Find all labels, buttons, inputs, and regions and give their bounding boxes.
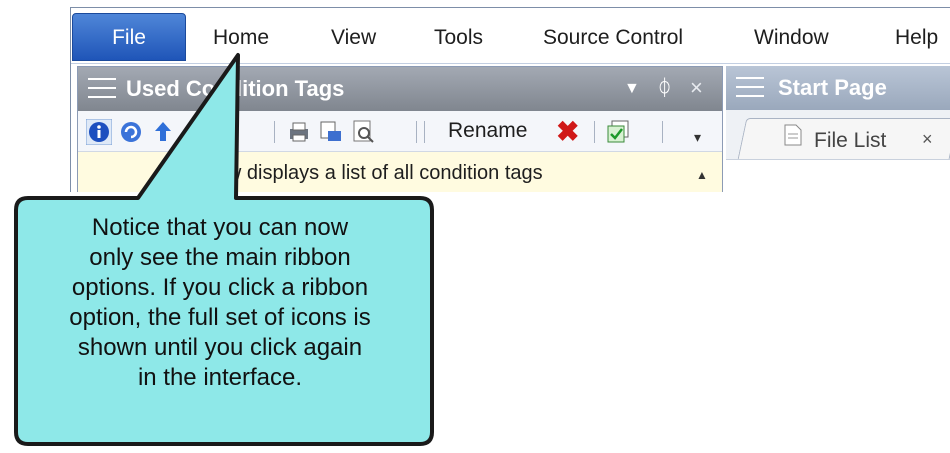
- application-window: File Home View Tools Source Control Wind…: [70, 7, 950, 192]
- rename-button[interactable]: Rename: [448, 119, 527, 143]
- callout-line: options. If you click a ribbon: [71, 274, 369, 301]
- pin-icon[interactable]: ᛰ: [658, 75, 671, 101]
- callout-line: only see the main ribbon: [89, 244, 351, 271]
- menu-divider: [71, 63, 950, 64]
- toolbar-separator: [274, 121, 275, 143]
- panel-title-bar[interactable]: Used Condition Tags ▼ ᛰ ×: [78, 67, 722, 111]
- callout-text: Notice that you can now only see the mai…: [16, 213, 424, 393]
- preview-icon[interactable]: [350, 119, 376, 145]
- toolbar-separator: [662, 121, 663, 143]
- panel-info-row: This view displays a list of all conditi…: [78, 152, 722, 192]
- move-up-icon[interactable]: [150, 119, 176, 145]
- document-icon: [784, 124, 802, 146]
- start-page-panel: Start Page File List ×: [726, 66, 950, 192]
- info-icon[interactable]: [86, 119, 112, 145]
- panel-menu-icon[interactable]: [88, 78, 116, 100]
- scroll-up-icon[interactable]: ▲: [696, 168, 708, 182]
- toolbar-overflow-icon[interactable]: ▾: [694, 129, 701, 146]
- panel-title: Used Condition Tags: [126, 76, 345, 101]
- menu-home[interactable]: Home: [213, 26, 269, 50]
- menu-window[interactable]: Window: [754, 26, 829, 50]
- print-icon[interactable]: [286, 119, 312, 145]
- toolbar-separator: [594, 121, 595, 143]
- close-icon[interactable]: ×: [690, 75, 703, 101]
- used-condition-tags-panel: Used Condition Tags ▼ ᛰ × Rename ✖ ▾ Thi…: [77, 66, 723, 192]
- menu-tools[interactable]: Tools: [434, 26, 483, 50]
- callout-line: shown until you click again: [77, 334, 363, 361]
- menu-source-control[interactable]: Source Control: [543, 26, 683, 50]
- start-page-menu-icon[interactable]: [736, 77, 764, 99]
- panel-info-text: This view displays a list of all conditi…: [158, 162, 543, 184]
- check-copy-icon[interactable]: [606, 119, 632, 145]
- dropdown-arrow-icon[interactable]: ▼: [624, 80, 640, 98]
- callout-line: option, the full set of icons is: [69, 304, 371, 331]
- start-page-title: Start Page: [778, 75, 887, 100]
- menu-view[interactable]: View: [331, 26, 376, 50]
- file-list-tab-close-icon[interactable]: ×: [922, 129, 933, 150]
- toolbar-separator: [416, 121, 417, 143]
- document-tab-strip: File List ×: [726, 110, 950, 160]
- panel-toolbar: Rename ✖ ▾: [78, 111, 722, 152]
- callout-line: Notice that you can now: [91, 214, 349, 241]
- file-menu-label: File: [112, 26, 146, 49]
- delete-icon[interactable]: ✖: [556, 115, 579, 148]
- export-icon[interactable]: [318, 119, 344, 145]
- file-menu-tab[interactable]: File: [72, 13, 186, 61]
- file-list-tab-label: File List: [814, 129, 887, 152]
- callout-line: in the interface.: [137, 364, 303, 391]
- start-page-title-bar[interactable]: Start Page: [726, 66, 950, 110]
- menu-bar: File Home View Tools Source Control Wind…: [71, 8, 950, 63]
- toolbar-separator: [424, 121, 425, 143]
- menu-help[interactable]: Help: [895, 26, 938, 50]
- refresh-icon[interactable]: [118, 119, 144, 145]
